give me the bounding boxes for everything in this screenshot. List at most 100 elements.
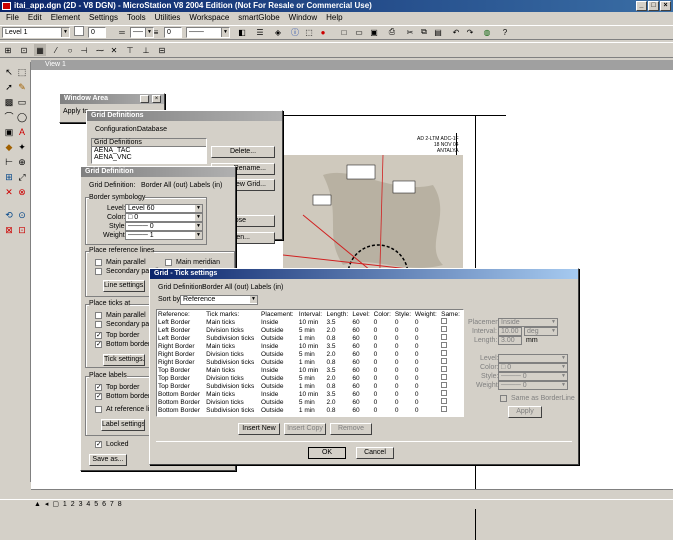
tick-color-select[interactable]: □ 0 ▼ [498, 363, 568, 372]
menu-help[interactable]: Help [326, 12, 342, 24]
interval-unit-select[interactable]: deg ▼ [524, 327, 558, 336]
pointer-icon[interactable]: ➚ [3, 81, 15, 93]
open-file-icon[interactable]: ▭ [353, 26, 365, 38]
info-icon[interactable]: ⓘ [289, 26, 301, 38]
menu-tools[interactable]: Tools [127, 12, 146, 24]
table-row[interactable]: Bottom Border Subdivision ticks Outside 1 m… [157, 406, 463, 414]
menu-element[interactable]: Element [51, 12, 80, 24]
view-control-icons[interactable]: ▲ ◂ ▢ 1 2 3 4 5 6 7 8 [34, 500, 123, 508]
print-icon[interactable]: ⎙ [386, 26, 398, 38]
ellipse-icon[interactable]: ◯ [16, 111, 28, 123]
redo-icon[interactable]: ↷ [464, 26, 476, 38]
grid-tool-icon[interactable]: ⊟ [156, 44, 168, 56]
same-checkbox[interactable] [441, 390, 448, 396]
locked-checkbox[interactable]: ✓ [95, 441, 102, 448]
table-row[interactable]: Top Border Main ticks Inside 10 min 3.5 60 0 0 0 [157, 366, 463, 374]
sort-by-select[interactable]: Reference ▼ [180, 295, 258, 305]
help-icon[interactable]: ? [499, 26, 511, 38]
same-checkbox[interactable] [441, 366, 448, 372]
level-manager-icon[interactable]: ☰ [254, 26, 266, 38]
ok-button[interactable]: OK [308, 447, 346, 459]
menu-workspace[interactable]: Workspace [189, 12, 229, 24]
window-area-close-button[interactable]: × [152, 95, 161, 103]
table-row[interactable]: Right Border Subdivision ticks Outside 1 mi… [157, 358, 463, 366]
main-parallel-checkbox[interactable] [95, 259, 102, 266]
level-select[interactable]: Level 60 ▼ [125, 204, 203, 213]
record-icon[interactable]: ● [317, 26, 329, 38]
dimension-icon[interactable]: ⊣ [78, 44, 90, 56]
rectangle-icon[interactable]: ▭ [16, 96, 28, 108]
color-swatch-icon[interactable] [74, 26, 84, 36]
tangent-icon[interactable]: ⊤ [124, 44, 136, 56]
measure-icon[interactable]: ⊢ [3, 156, 15, 168]
label-settings-button[interactable]: Label settings... [101, 419, 145, 431]
text-icon[interactable]: A [16, 126, 28, 138]
same-checkbox[interactable] [441, 406, 448, 412]
list-item[interactable]: AENA_VNC [92, 154, 206, 161]
line-weight-icon[interactable]: ≡ [150, 26, 162, 38]
table-row[interactable]: Bottom Border Division ticks Outside 5 min 2… [157, 398, 463, 406]
ticks-main-parallel-checkbox[interactable] [95, 312, 102, 319]
copy-icon[interactable]: ⧉ [418, 26, 430, 38]
ticks-top-border-checkbox[interactable]: ✓ [95, 332, 102, 339]
interval-input[interactable]: 10.00 [498, 327, 522, 336]
delete-tool-icon[interactable]: ✕ [3, 186, 15, 198]
table-row[interactable]: Bottom Border Main ticks Inside 10 min 3.5 60… [157, 390, 463, 398]
save-icon[interactable]: ▣ [368, 26, 380, 38]
weight-combo[interactable]: 0 [164, 27, 182, 38]
weight-preview-combo[interactable]: ─── ▼ [186, 27, 230, 38]
line-style-icon[interactable]: ═ [116, 26, 128, 38]
fence-icon[interactable]: ▦ [34, 44, 46, 56]
cross-tool-icon[interactable]: ✕ [108, 44, 120, 56]
layers-icon[interactable]: ◈ [272, 26, 284, 38]
table-row[interactable]: Right Border Division ticks Outside 5 min 2.… [157, 350, 463, 358]
modify-icon[interactable]: ⤢ [16, 171, 28, 183]
tick-level-select[interactable]: ▼ [498, 354, 568, 363]
rotate-view-icon[interactable]: ⟲ [3, 209, 15, 221]
menu-settings[interactable]: Settings [89, 12, 118, 24]
globe-icon[interactable]: ◍ [481, 26, 493, 38]
circle-tool-icon[interactable]: ○ [64, 44, 76, 56]
drop-icon[interactable]: ⊗ [16, 186, 28, 198]
table-row[interactable]: Top Border Subdivision ticks Outside 1 min 0… [157, 382, 463, 390]
fence-tool-icon[interactable]: ⬚ [16, 66, 28, 78]
same-checkbox[interactable] [441, 374, 448, 380]
menu-window[interactable]: Window [289, 12, 317, 24]
pen-icon[interactable]: ✎ [16, 81, 28, 93]
menu-edit[interactable]: Edit [28, 12, 42, 24]
pattern-icon[interactable]: ✦ [16, 141, 28, 153]
secondary-parallel-checkbox[interactable] [95, 268, 102, 275]
tick-weight-select[interactable]: ──── 0 ▼ [498, 381, 568, 390]
cell-icon[interactable]: ▣ [3, 126, 15, 138]
labels-top-border-checkbox[interactable]: ✓ [95, 384, 102, 391]
select-icon[interactable]: ⬚ [303, 26, 315, 38]
placement-select[interactable]: Inside ▼ [498, 318, 558, 327]
color-combo[interactable]: 0 [88, 27, 106, 38]
maximize-button[interactable]: □ [648, 1, 659, 11]
tick-settings-button[interactable]: Tick settings... [103, 354, 145, 366]
grid-definitions-list[interactable]: Grid Definitions AENA_TAC AENA_VNC [91, 138, 207, 164]
dimension-tool-icon[interactable]: ⊕ [16, 156, 28, 168]
style-select[interactable]: ──── 0 ▼ [125, 222, 203, 231]
perpendicular-icon[interactable]: ⊥ [140, 44, 152, 56]
main-meridian-checkbox[interactable] [165, 259, 172, 266]
cut-icon[interactable]: ✂ [404, 26, 416, 38]
undo-icon[interactable]: ↶ [450, 26, 462, 38]
arc-icon[interactable]: ⌒ [3, 111, 15, 123]
insert-copy-button[interactable]: Insert Copy [284, 423, 326, 435]
minimize-button[interactable]: _ [636, 1, 647, 11]
view-delete-icon[interactable]: ⊠ [3, 224, 15, 236]
delete-button[interactable]: Delete... [211, 146, 275, 158]
menu-smartglobe[interactable]: smartGlobe [238, 12, 279, 24]
line-settings-button[interactable]: Line settings... [103, 280, 145, 292]
accudraw-icon[interactable]: ⊞ [2, 44, 14, 56]
place-line-icon[interactable]: ▩ [3, 96, 15, 108]
table-row[interactable]: Left Border Subdivision ticks Outside 1 min… [157, 334, 463, 342]
window-area-min-button[interactable] [140, 95, 149, 103]
tick-style-select[interactable]: ──── 0 ▼ [498, 372, 568, 381]
same-checkbox[interactable] [441, 318, 448, 324]
close-button[interactable]: × [660, 1, 671, 11]
length-input[interactable]: 3.00 [498, 336, 522, 345]
remove-button[interactable]: Remove [330, 423, 372, 435]
menu-file[interactable]: File [6, 12, 19, 24]
